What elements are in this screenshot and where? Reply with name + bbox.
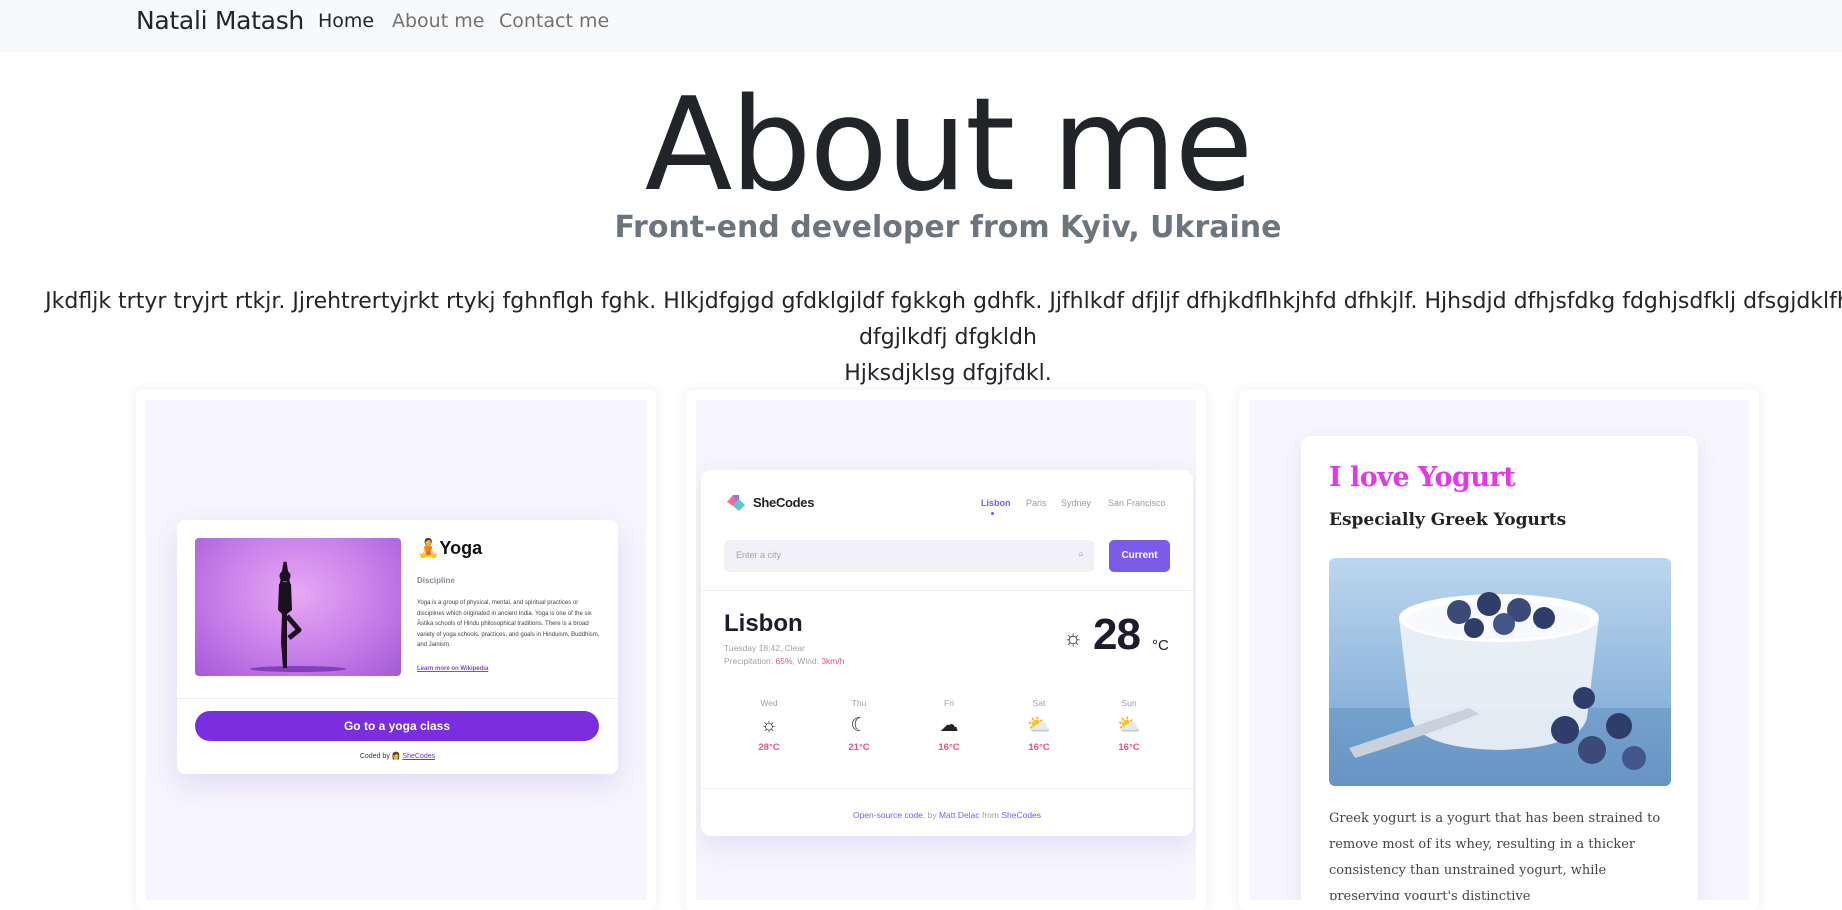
shecodes-link[interactable]: SheCodes bbox=[1001, 810, 1041, 820]
precip-label: Precipitation: bbox=[724, 656, 776, 666]
bio-paragraph: Jkdfljk trtyr tryjrt rtkjr. Jjrehtrertyj… bbox=[45, 289, 1842, 386]
yogurt-title: I love Yogurt bbox=[1329, 462, 1516, 493]
weather-search-placeholder: Enter a city bbox=[736, 550, 782, 560]
moon-icon: ☾ bbox=[850, 715, 868, 736]
active-city-dot bbox=[991, 512, 994, 515]
shecodes-logo-icon bbox=[727, 495, 745, 511]
sun-icon: ☼ bbox=[1063, 625, 1084, 650]
precip-value: 65% bbox=[775, 656, 793, 666]
forecast-day: Sat ⛅ 16°C bbox=[1009, 698, 1069, 753]
yoga-wikipedia-link[interactable]: Learn more on Wikipedia bbox=[417, 666, 488, 672]
yoga-coded-by: Coded by 👩 SheCodes bbox=[177, 752, 618, 760]
yoga-description: Yoga is a group of physical, mental, and… bbox=[417, 600, 600, 648]
yogurt-page: I love Yogurt Especially Greek Yogurts G… bbox=[1301, 436, 1698, 900]
partly-cloudy-icon: ⛅ bbox=[1027, 715, 1051, 736]
cloud-icon: ☁ bbox=[939, 715, 959, 736]
weather-footer: Open-source code, by Matt Delac from She… bbox=[701, 810, 1193, 820]
nav-link-contact[interactable]: Contact me bbox=[499, 10, 609, 32]
yogurt-photo bbox=[1329, 558, 1671, 786]
project-screenshot-weather: SheCodes Lisbon Paris Sydney San Francis… bbox=[696, 400, 1196, 900]
nav-link-about[interactable]: About me bbox=[392, 10, 484, 32]
search-icon: ⌕ bbox=[1078, 549, 1084, 560]
forecast-day-name: Thu bbox=[851, 698, 867, 708]
weather-city-lisbon[interactable]: Lisbon bbox=[981, 498, 1011, 508]
yoga-pose-figure bbox=[250, 561, 346, 672]
weather-date-condition: Tuesday 18:42, Clear bbox=[724, 643, 805, 653]
forecast-day-name: Sat bbox=[1032, 698, 1046, 708]
forecast-day-temp: 16°C bbox=[938, 742, 960, 753]
project-screenshot-yogurt: I love Yogurt Especially Greek Yogurts G… bbox=[1249, 400, 1749, 900]
forecast-day-temp: 16°C bbox=[1028, 742, 1050, 753]
project-card-weather[interactable]: SheCodes Lisbon Paris Sydney San Francis… bbox=[686, 390, 1206, 910]
brand-link[interactable]: Natali Matash bbox=[136, 6, 304, 35]
weather-city-sydney[interactable]: Sydney bbox=[1061, 498, 1091, 508]
weather-app: SheCodes Lisbon Paris Sydney San Francis… bbox=[701, 470, 1193, 836]
yogurt-description: Greek yogurt is a yogurt that has been s… bbox=[1329, 811, 1661, 900]
page-title: About me bbox=[644, 71, 1254, 220]
weather-precip-wind: Precipitation: 65%, Wind: 3km/h bbox=[724, 655, 844, 668]
open-source-link[interactable]: Open-source code bbox=[853, 810, 923, 820]
weather-unit: °C bbox=[1152, 637, 1169, 654]
forecast-day: Wed ☼ 28°C bbox=[739, 698, 799, 753]
forecast-day-temp: 28°C bbox=[758, 742, 780, 753]
nav-link-home[interactable]: Home bbox=[318, 10, 374, 32]
forecast-day-name: Fri bbox=[944, 698, 954, 708]
project-card-yogurt[interactable]: I love Yogurt Especially Greek Yogurts G… bbox=[1239, 390, 1759, 910]
yoga-title: 🧘Yoga bbox=[417, 538, 482, 559]
yogurt-subtitle: Especially Greek Yogurts bbox=[1329, 510, 1567, 530]
author-link[interactable]: Matt Delac bbox=[939, 810, 980, 820]
weather-divider-bottom bbox=[701, 788, 1193, 789]
footer-from: from bbox=[979, 810, 1002, 820]
footer-by: , by bbox=[922, 810, 939, 820]
forecast-day-temp: 16°C bbox=[1118, 742, 1140, 753]
weather-divider-top bbox=[701, 590, 1193, 591]
project-screenshot-yoga: 🧘Yoga Discipline Yoga is a group of phys… bbox=[146, 400, 646, 900]
project-card-yoga[interactable]: 🧘Yoga Discipline Yoga is a group of phys… bbox=[136, 390, 656, 910]
meditation-emoji-icon: 🧘 bbox=[417, 538, 440, 558]
weather-city-san-francisco[interactable]: San Francisco bbox=[1108, 498, 1166, 508]
yoga-title-text: Yoga bbox=[439, 538, 483, 558]
sun-icon: ☼ bbox=[760, 715, 778, 736]
yoga-coded-by-text: Coded by 👩 bbox=[359, 753, 403, 760]
navbar: Natali Matash Home About me Contact me bbox=[0, 0, 1842, 52]
weather-brand: SheCodes bbox=[753, 495, 815, 510]
forecast-day-name: Wed bbox=[760, 698, 778, 708]
yoga-shecodes-link[interactable]: SheCodes bbox=[402, 753, 435, 760]
forecast-day: Sun ⛅ 16°C bbox=[1099, 698, 1159, 753]
weather-current-button[interactable]: Current bbox=[1109, 540, 1170, 572]
forecast-day: Thu ☾ 21°C bbox=[829, 698, 889, 753]
wind-value: 3km/h bbox=[821, 656, 845, 666]
page-subtitle: Front-end developer from Kyiv, Ukraine bbox=[614, 210, 1282, 245]
weather-city-paris[interactable]: Paris bbox=[1026, 498, 1047, 508]
yoga-photo bbox=[195, 538, 401, 676]
yoga-class-button[interactable]: Go to a yoga class bbox=[195, 711, 599, 741]
yoga-card: 🧘Yoga Discipline Yoga is a group of phys… bbox=[177, 520, 618, 774]
forecast-day-temp: 21°C bbox=[848, 742, 870, 753]
weather-city-name: Lisbon bbox=[724, 610, 803, 637]
wind-label: , Wind: bbox=[792, 656, 822, 666]
forecast-day-name: Sun bbox=[1121, 698, 1137, 708]
partly-sunny-icon: ⛅ bbox=[1117, 715, 1141, 736]
forecast-day: Fri ☁ 16°C bbox=[919, 698, 979, 753]
yoga-discipline-label: Discipline bbox=[417, 576, 455, 585]
weather-search-input[interactable]: Enter a city ⌕ bbox=[724, 540, 1094, 572]
weather-temperature: 28 bbox=[1093, 610, 1141, 659]
yogurt-bowl-image bbox=[1329, 592, 1671, 786]
weather-meta: Tuesday 18:42, Clear Precipitation: 65%,… bbox=[724, 642, 844, 668]
yoga-divider bbox=[177, 698, 618, 699]
